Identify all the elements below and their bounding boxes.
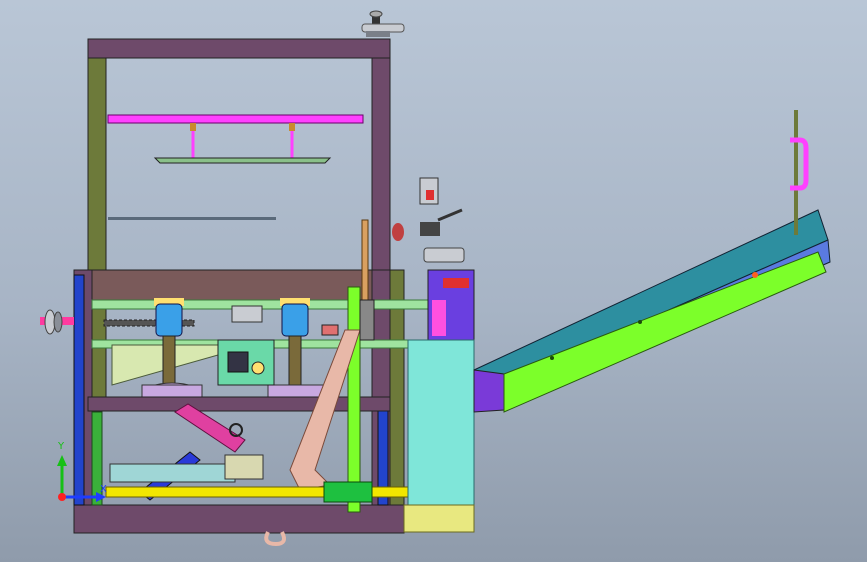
inclined-conveyor xyxy=(473,209,831,413)
bottom-hook xyxy=(264,531,286,547)
inner-green-post xyxy=(347,286,361,513)
small-bracket xyxy=(321,324,339,336)
left-handwheel xyxy=(40,309,74,335)
diagonal-cylinder xyxy=(139,403,246,501)
top-handwheel xyxy=(361,10,405,37)
sensor-mount xyxy=(392,177,465,263)
triad-z-axis xyxy=(58,493,66,501)
yellow-push-bar xyxy=(105,486,429,498)
middle-shelf xyxy=(87,396,391,412)
magenta-rail xyxy=(107,114,364,164)
left-blue-upright xyxy=(73,274,85,506)
green-block xyxy=(323,481,373,503)
triad-x-label: X xyxy=(100,484,107,495)
center-motor xyxy=(217,305,275,386)
cad-viewport[interactable] xyxy=(0,0,867,562)
right-lift-cylinder xyxy=(267,298,329,406)
thin-guide-bar xyxy=(108,217,276,220)
triad-y-label: Y xyxy=(58,441,65,452)
